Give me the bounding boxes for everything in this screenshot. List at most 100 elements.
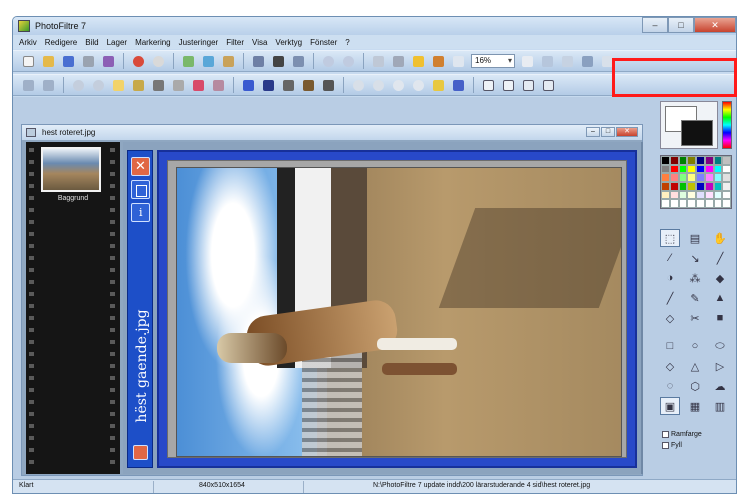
magic-wand-icon[interactable]: ↘ (685, 249, 705, 267)
saturation-up-icon[interactable] (191, 78, 206, 93)
spray-icon[interactable]: ⁂ (685, 269, 705, 287)
brush-icon[interactable]: ╱ (660, 289, 680, 307)
color-palette[interactable] (660, 155, 732, 209)
contrast-icon[interactable] (451, 54, 466, 69)
pattern-mode-icon[interactable]: ▥ (710, 397, 730, 415)
menu-lager[interactable]: Lager (107, 38, 127, 47)
panel-bottom-button[interactable] (133, 445, 148, 460)
document-scrollbar[interactable] (641, 142, 643, 474)
layer-thumbnail[interactable] (41, 147, 101, 192)
eraser-icon[interactable]: ◆ (710, 269, 730, 287)
print-icon[interactable] (81, 54, 96, 69)
doc-close-button[interactable]: ✕ (616, 127, 638, 137)
texture-icon[interactable] (431, 78, 446, 93)
fill-mode-icon[interactable]: ▣ (660, 397, 680, 415)
brightness-down-icon[interactable] (131, 78, 146, 93)
background-color-swatch[interactable] (681, 120, 713, 146)
lasso-icon[interactable]: ◌ (660, 377, 680, 395)
image-size-icon[interactable] (251, 54, 266, 69)
noise-icon[interactable] (391, 78, 406, 93)
ellipse-shape-icon[interactable]: ○ (685, 337, 705, 355)
clone-icon[interactable]: ■ (710, 309, 730, 327)
cut-icon[interactable] (181, 54, 196, 69)
saturation-down-icon[interactable] (211, 78, 226, 93)
rectangle-shape-icon[interactable]: □ (660, 337, 680, 355)
fit-window-icon[interactable] (540, 54, 555, 69)
move-tool-icon[interactable]: ▤ (685, 229, 705, 247)
copy-icon[interactable] (201, 54, 216, 69)
actual-size-icon[interactable] (560, 54, 575, 69)
stamp-icon[interactable]: ▲ (710, 289, 730, 307)
crop-icon[interactable] (291, 54, 306, 69)
eyedropper-icon[interactable]: ⁄ (660, 249, 680, 267)
fill-option[interactable]: Fyll (662, 442, 682, 449)
custom-shape-icon[interactable]: ☁ (710, 377, 730, 395)
magnify-icon[interactable] (71, 78, 86, 93)
doc-minimize-button[interactable]: – (586, 127, 600, 137)
paste-icon[interactable] (221, 54, 236, 69)
menu-visa[interactable]: Visa (252, 38, 267, 47)
save-icon[interactable] (61, 54, 76, 69)
open-file-icon[interactable] (41, 54, 56, 69)
gamma-icon[interactable] (241, 78, 256, 93)
diamond-shape-icon[interactable]: ◇ (660, 357, 680, 375)
line-tool-icon[interactable]: ╱ (710, 249, 730, 267)
flip-horizontal-icon[interactable] (481, 78, 496, 93)
scan-icon[interactable] (101, 54, 116, 69)
maximize-button[interactable]: □ (668, 17, 694, 33)
menu-fonster[interactable]: Fönster (310, 38, 337, 47)
advanced-brush-icon[interactable]: ✎ (685, 289, 705, 307)
fill-checkbox[interactable] (662, 442, 669, 449)
close-image-button[interactable] (131, 157, 150, 176)
effects-icon[interactable] (431, 54, 446, 69)
menu-redigere[interactable]: Redigere (45, 38, 77, 47)
triangle-shape-icon[interactable]: △ (685, 357, 705, 375)
rotate-left-icon[interactable] (21, 78, 36, 93)
frame-color-checkbox[interactable] (662, 431, 669, 438)
smudge-icon[interactable]: ✂ (685, 309, 705, 327)
contrast-up-icon[interactable] (151, 78, 166, 93)
canvas-size-icon[interactable] (271, 54, 286, 69)
brightness-up-icon[interactable] (111, 78, 126, 93)
levels-icon[interactable] (261, 78, 276, 93)
polygon-icon[interactable]: ⬡ (685, 377, 705, 395)
magnify-minus-icon[interactable] (91, 78, 106, 93)
blur-icon[interactable] (351, 78, 366, 93)
doc-maximize-button[interactable]: □ (601, 127, 615, 137)
arrow-shape-icon[interactable]: ▷ (710, 357, 730, 375)
fullscreen-icon[interactable] (580, 54, 595, 69)
menu-help[interactable]: ? (345, 38, 349, 47)
blur-tool-icon[interactable]: ◇ (660, 309, 680, 327)
window-mode-button[interactable] (131, 180, 150, 199)
rotate-right-icon[interactable] (41, 78, 56, 93)
grayscale-icon[interactable] (281, 78, 296, 93)
image-info-button[interactable] (131, 203, 150, 222)
undo-icon[interactable] (131, 54, 146, 69)
zoom-apply-icon[interactable] (520, 54, 535, 69)
horse-photo[interactable] (176, 167, 622, 457)
select-icon[interactable] (371, 54, 386, 69)
text-icon[interactable] (391, 54, 406, 69)
outline-mode-icon[interactable]: ▦ (685, 397, 705, 415)
menu-bild[interactable]: Bild (85, 38, 98, 47)
sepia-icon[interactable] (301, 78, 316, 93)
color-icon[interactable] (411, 54, 426, 69)
new-file-icon[interactable] (21, 54, 36, 69)
close-button[interactable]: ✕ (694, 17, 736, 33)
menu-filter[interactable]: Filter (226, 38, 244, 47)
menu-verktyg[interactable]: Verktyg (275, 38, 302, 47)
fill-bucket-icon[interactable]: ◑ (660, 269, 680, 287)
zoom-out-icon[interactable] (341, 54, 356, 69)
redo-icon[interactable] (151, 54, 166, 69)
frame-icon[interactable] (451, 78, 466, 93)
invert-icon[interactable] (321, 78, 336, 93)
menu-markering[interactable]: Markering (135, 38, 171, 47)
hand-tool-icon[interactable]: ✋ (710, 229, 730, 247)
menu-arkiv[interactable]: Arkiv (19, 38, 37, 47)
rotate-90-left-icon[interactable] (521, 78, 536, 93)
color-spectrum-bar[interactable] (722, 101, 732, 149)
menu-justeringer[interactable]: Justeringer (179, 38, 219, 47)
frame-color-option[interactable]: Ramfarge (662, 431, 702, 438)
emboss-icon[interactable] (411, 78, 426, 93)
rounded-shape-icon[interactable]: ⬭ (710, 337, 730, 355)
